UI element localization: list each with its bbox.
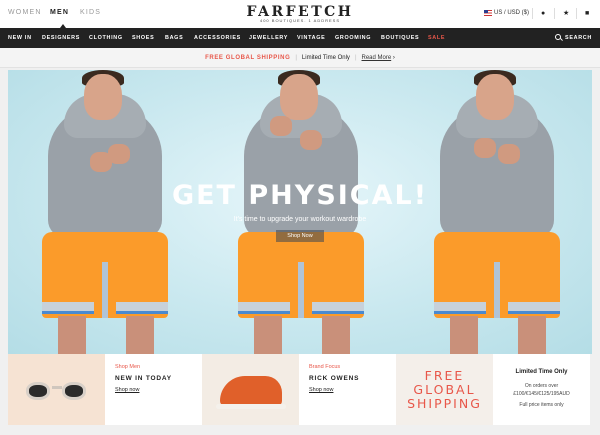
tile-title: NEW IN TODAY	[115, 375, 172, 382]
divider: |	[295, 55, 297, 61]
search-button[interactable]: SEARCH	[555, 34, 592, 41]
promo-note: Limited Time Only	[301, 55, 350, 61]
nav-item-sale[interactable]: SALE	[428, 35, 445, 41]
shop-now-link[interactable]: Shop now	[309, 387, 333, 393]
nav-item-jewellery[interactable]: JEWELLERY	[249, 35, 288, 41]
nav-item-bags[interactable]: BAGS	[165, 35, 183, 41]
shop-now-link[interactable]: Shop now	[115, 387, 139, 393]
hero-subtitle: It's time to upgrade your workout wardro…	[233, 216, 367, 223]
search-icon	[555, 34, 562, 40]
nav-item-accessories[interactable]: ACCESSORIES	[194, 35, 241, 41]
tile-category: Brand Focus	[309, 364, 341, 370]
tile-category: Shop Men	[115, 364, 141, 370]
chevron-right-icon: ›	[391, 55, 395, 61]
shop-men-tile[interactable]: Shop Men NEW IN TODAY Shop now	[105, 354, 202, 425]
nav-item-boutiques[interactable]: BOUTIQUES	[381, 35, 419, 41]
divider	[554, 8, 555, 19]
brand-focus-tile[interactable]: Brand Focus RICK OWENS Shop now	[299, 354, 396, 425]
promo-headline: FREE GLOBAL SHIPPING	[205, 55, 291, 61]
user-icon[interactable]: ●	[541, 8, 545, 19]
hero-model-image	[204, 70, 394, 354]
promo-read-more-link[interactable]: Read More	[362, 55, 392, 61]
sunglasses-image[interactable]	[8, 354, 105, 425]
limited-time-tile[interactable]: Limited Time Only On orders over £100/€1…	[493, 354, 590, 425]
limited-title: Limited Time Only	[515, 369, 568, 375]
bag-icon[interactable]: ■	[585, 8, 589, 19]
hero-title: GET PHYSICAL!	[171, 180, 429, 211]
nav-item-vintage[interactable]: VINTAGE	[297, 35, 325, 41]
divider: |	[354, 55, 357, 61]
promo-banner: FREE GLOBAL SHIPPING | Limited Time Only | R…	[0, 48, 600, 68]
nav-item-clothing[interactable]: CLOTHING	[89, 35, 123, 41]
free-shipping-tile[interactable]: FREE GLOBAL SHIPPING	[396, 354, 493, 425]
sneaker-image[interactable]	[202, 354, 299, 425]
logo-tagline: 400 BOUTIQUES. 1 ADDRESS	[259, 18, 341, 23]
promo-tiles: Shop Men NEW IN TODAY Shop now Brand Foc…	[8, 354, 592, 425]
divider	[576, 8, 577, 19]
shipping-word: GLOBAL	[413, 382, 476, 397]
star-icon[interactable]: ★	[563, 8, 569, 19]
limited-line: On orders over	[524, 383, 559, 389]
nav-item-designers[interactable]: DESIGNERS	[42, 35, 80, 41]
shipping-word: FREE	[424, 368, 465, 383]
tile-title: RICK OWENS	[309, 375, 360, 382]
hero-banner[interactable]: GET PHYSICAL! It's time to upgrade your …	[8, 70, 592, 354]
limited-note: Full price items only	[519, 402, 564, 408]
flag-us-icon[interactable]	[484, 10, 492, 16]
divider	[532, 8, 533, 19]
hero-model-image	[8, 70, 198, 354]
top-bar: WOMEN MEN KIDS FARFETCH 400 BOUTIQUES. 1…	[0, 0, 600, 28]
nav-item-new-in[interactable]: NEW IN	[8, 35, 32, 41]
search-label: SEARCH	[565, 35, 592, 41]
limited-line: £100/€145/€125/195AUD	[513, 391, 570, 397]
main-nav: NEW IN DESIGNERS CLOTHING SHOES BAGS ACC…	[0, 28, 600, 48]
nav-item-shoes[interactable]: SHOES	[132, 35, 154, 41]
nav-item-grooming[interactable]: GROOMING	[335, 35, 371, 41]
hero-shop-now-button[interactable]: Shop Now	[276, 230, 324, 242]
hero-model-image	[400, 70, 590, 354]
shipping-word: SHIPPING	[407, 396, 482, 411]
currency-selector[interactable]: US / USD ($)	[494, 10, 529, 16]
